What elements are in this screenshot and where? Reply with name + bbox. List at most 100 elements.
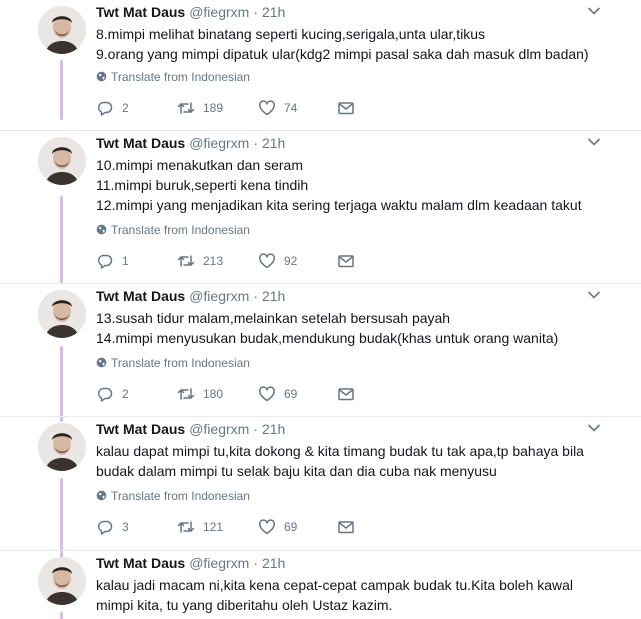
direct-message-button[interactable] bbox=[337, 99, 355, 117]
like-button[interactable]: 69 bbox=[258, 385, 297, 403]
avatar-image bbox=[38, 6, 86, 54]
tweet[interactable]: Twt Mat Daus @fiegrxm · 21h kalau dapat mim… bbox=[0, 417, 641, 551]
avatar-image bbox=[38, 557, 86, 605]
author-handle[interactable]: @fiegrxm bbox=[189, 135, 249, 151]
avatar[interactable] bbox=[38, 557, 86, 605]
envelope-icon bbox=[338, 521, 354, 534]
reply-count: 2 bbox=[122, 101, 129, 115]
reply-count: 2 bbox=[122, 387, 129, 401]
retweet-icon bbox=[177, 102, 195, 114]
translate-label: Translate from Indonesian bbox=[111, 356, 250, 370]
translate-link[interactable]: Translate from Indonesian bbox=[96, 70, 250, 84]
retweet-count: 121 bbox=[203, 520, 224, 534]
avatar-image bbox=[38, 423, 86, 471]
avatar[interactable] bbox=[38, 137, 86, 185]
author-handle[interactable]: @fiegrxm bbox=[189, 288, 249, 304]
tweet-actions: 3 121 69 bbox=[96, 518, 496, 536]
author-name[interactable]: Twt Mat Daus bbox=[96, 135, 185, 151]
like-button[interactable]: 69 bbox=[258, 518, 297, 536]
tweet-text: 10.mimpi menakutkan dan seram 11.mimpi b… bbox=[96, 155, 616, 215]
tweet[interactable]: Twt Mat Daus @fiegrxm · 21h 10.mimpi menaku… bbox=[0, 131, 641, 284]
retweet-button[interactable]: 121 bbox=[177, 518, 223, 536]
tweet-text-line: 11.mimpi buruk,seperti kena tindih bbox=[96, 177, 309, 193]
avatar[interactable] bbox=[38, 290, 86, 338]
separator-dot: · bbox=[253, 288, 258, 304]
globe-icon bbox=[96, 224, 107, 235]
tweet[interactable]: Twt Mat Daus @fiegrxm · 21h kalau jadi maca… bbox=[0, 551, 641, 619]
tweet-header: Twt Mat Daus @fiegrxm · 21h bbox=[96, 4, 285, 20]
tweet-text: kalau dapat mimpi tu,kita dokong & kita … bbox=[96, 441, 616, 481]
author-handle[interactable]: @fiegrxm bbox=[189, 4, 249, 20]
avatar[interactable] bbox=[38, 423, 86, 471]
retweet-button[interactable]: 213 bbox=[177, 252, 223, 270]
tweet-thread: Twt Mat Daus @fiegrxm · 21h 8.mimpi melihat… bbox=[0, 0, 641, 619]
reply-button[interactable]: 1 bbox=[96, 252, 129, 270]
tweet-text-line: 12.mimpi yang menjadikan kita sering ter… bbox=[96, 197, 582, 213]
author-name[interactable]: Twt Mat Daus bbox=[96, 4, 185, 20]
globe-icon bbox=[96, 490, 107, 501]
tweet-timestamp[interactable]: 21h bbox=[262, 135, 285, 151]
tweet-actions: 1 213 92 bbox=[96, 252, 496, 270]
tweet-text-line: 9.orang yang mimpi dipatuk ular(kdg2 mim… bbox=[96, 46, 589, 62]
author-handle[interactable]: @fiegrxm bbox=[189, 421, 249, 437]
like-count: 69 bbox=[284, 520, 298, 534]
separator-dot: · bbox=[253, 135, 258, 151]
separator-dot: · bbox=[253, 555, 258, 571]
heart-icon bbox=[259, 519, 275, 535]
retweet-icon bbox=[177, 388, 195, 400]
reply-button[interactable]: 2 bbox=[96, 99, 129, 117]
heart-icon bbox=[259, 386, 275, 402]
tweet-timestamp[interactable]: 21h bbox=[262, 4, 285, 20]
envelope-icon bbox=[338, 388, 354, 401]
avatar-image bbox=[38, 137, 86, 185]
translate-label: Translate from Indonesian bbox=[111, 223, 250, 237]
avatar[interactable] bbox=[38, 6, 86, 54]
chevron-down-icon[interactable] bbox=[587, 290, 601, 300]
direct-message-button[interactable] bbox=[337, 252, 355, 270]
globe-icon bbox=[96, 71, 107, 82]
tweet-text-line: kalau jadi macam ni,kita kena cepat-cepa… bbox=[96, 577, 574, 593]
heart-icon bbox=[259, 253, 275, 269]
like-count: 92 bbox=[284, 254, 298, 268]
envelope-icon bbox=[338, 255, 354, 268]
retweet-button[interactable]: 180 bbox=[177, 385, 223, 403]
reply-count: 3 bbox=[122, 520, 129, 534]
retweet-count: 180 bbox=[203, 387, 224, 401]
like-button[interactable]: 92 bbox=[258, 252, 297, 270]
tweet-header: Twt Mat Daus @fiegrxm · 21h bbox=[96, 555, 285, 571]
separator-dot: · bbox=[253, 421, 258, 437]
retweet-button[interactable]: 189 bbox=[177, 99, 223, 117]
tweet-timestamp[interactable]: 21h bbox=[262, 421, 285, 437]
reply-button[interactable]: 2 bbox=[96, 385, 129, 403]
author-name[interactable]: Twt Mat Daus bbox=[96, 288, 185, 304]
tweet-text-line: mimpi kita, tu yang diberitahu oleh Usta… bbox=[96, 597, 393, 613]
author-name[interactable]: Twt Mat Daus bbox=[96, 421, 185, 437]
chevron-down-icon[interactable] bbox=[587, 137, 601, 147]
tweet-timestamp[interactable]: 21h bbox=[262, 555, 285, 571]
like-button[interactable]: 74 bbox=[258, 99, 297, 117]
retweet-count: 213 bbox=[203, 254, 224, 268]
tweet-timestamp[interactable]: 21h bbox=[262, 288, 285, 304]
translate-link[interactable]: Translate from Indonesian bbox=[96, 489, 250, 503]
tweet[interactable]: Twt Mat Daus @fiegrxm · 21h 13.susah tidur … bbox=[0, 284, 641, 417]
author-name[interactable]: Twt Mat Daus bbox=[96, 555, 185, 571]
tweet-text-line: budak dalam mimpi tu selak baju kita dan… bbox=[96, 463, 497, 479]
tweet-text-line: 13.susah tidur malam,melainkan setelah b… bbox=[96, 310, 451, 326]
direct-message-button[interactable] bbox=[337, 385, 355, 403]
tweet-header: Twt Mat Daus @fiegrxm · 21h bbox=[96, 135, 285, 151]
author-handle[interactable]: @fiegrxm bbox=[189, 555, 249, 571]
reply-button[interactable]: 3 bbox=[96, 518, 129, 536]
chevron-down-icon[interactable] bbox=[587, 423, 601, 433]
tweet-text-line: 10.mimpi menakutkan dan seram bbox=[96, 157, 303, 173]
retweet-icon bbox=[177, 521, 195, 533]
tweet-text-line: 14.mimpi menyusukan budak,mendukung buda… bbox=[96, 330, 559, 346]
direct-message-button[interactable] bbox=[337, 518, 355, 536]
tweet-text: 13.susah tidur malam,melainkan setelah b… bbox=[96, 308, 616, 348]
translate-link[interactable]: Translate from Indonesian bbox=[96, 223, 250, 237]
translate-label: Translate from Indonesian bbox=[111, 70, 250, 84]
chevron-down-icon[interactable] bbox=[587, 6, 601, 16]
tweet[interactable]: Twt Mat Daus @fiegrxm · 21h 8.mimpi melihat… bbox=[0, 0, 641, 131]
tweet-text-line: 8.mimpi melihat binatang seperti kucing,… bbox=[96, 26, 486, 42]
translate-link[interactable]: Translate from Indonesian bbox=[96, 356, 250, 370]
envelope-icon bbox=[338, 102, 354, 115]
